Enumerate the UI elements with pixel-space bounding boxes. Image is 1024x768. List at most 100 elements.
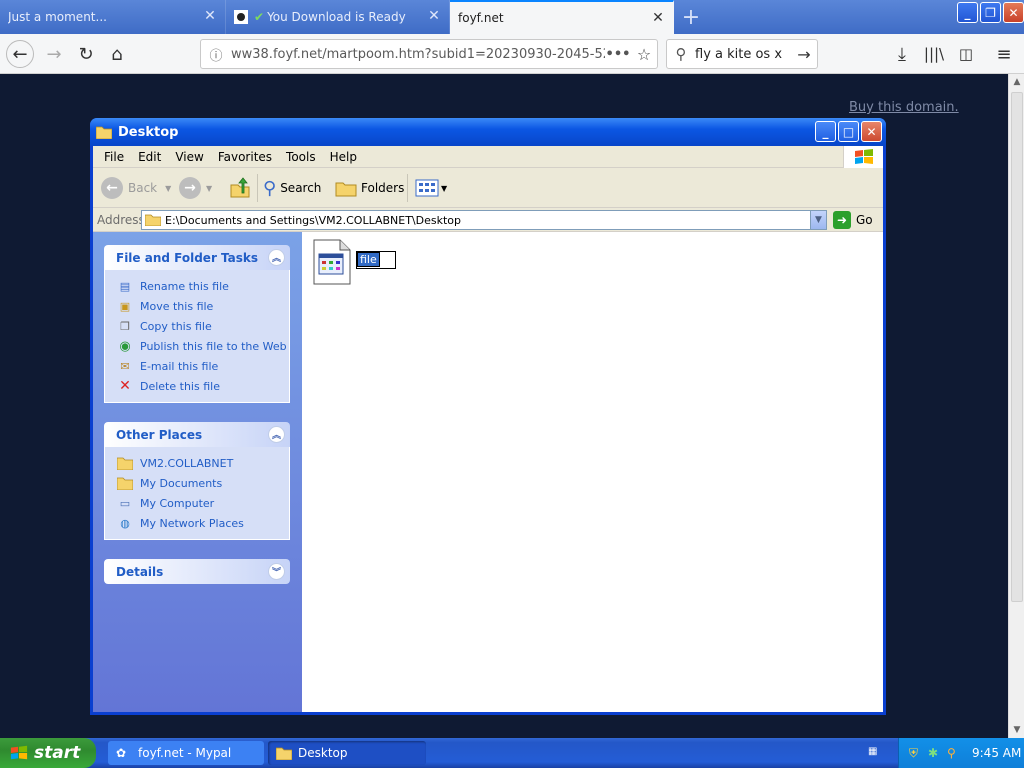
address-input[interactable]: E:\Documents and Settings\VM2.COLLABNET\… (141, 210, 827, 230)
go-button[interactable]: ➜ Go (833, 211, 873, 229)
clock: 9:45 AM (972, 746, 1022, 760)
close-button[interactable]: ✕ (861, 121, 882, 142)
tab-download-ready[interactable]: ✔ You Download is Ready ✕ (226, 0, 450, 34)
sidebar-icon[interactable]: ◫ (952, 40, 980, 68)
place-my-computer[interactable]: ▭ My Computer (117, 493, 289, 513)
explorer-title-bar[interactable]: Desktop _ □ ✕ (90, 118, 886, 146)
menu-edit[interactable]: Edit (131, 150, 168, 164)
close-window-button[interactable]: ✕ (1003, 2, 1024, 23)
task-desktop[interactable]: Desktop (268, 741, 426, 765)
file-icon[interactable] (312, 238, 352, 286)
scroll-up-arrow[interactable]: ▲ (1009, 74, 1024, 90)
collapse-icon[interactable]: ︽ (268, 426, 285, 443)
link-label: Publish this file to the Web (140, 339, 287, 353)
panel-header[interactable]: Details ︾ (104, 559, 290, 584)
maximize-button[interactable]: □ (838, 121, 859, 142)
tab-just-a-moment[interactable]: Just a moment... ✕ (0, 0, 226, 34)
tab-label: foyf.net (458, 11, 504, 25)
delete-link[interactable]: ✕ Delete this file (117, 376, 289, 396)
chevron-down-icon[interactable]: ▼ (206, 184, 212, 193)
menu-icon[interactable]: ≡ (990, 40, 1018, 68)
home-button[interactable]: ⌂ (103, 40, 131, 68)
reload-button[interactable]: ↻ (72, 40, 100, 68)
minimize-button[interactable]: _ (957, 2, 978, 23)
page-actions-icon[interactable]: ••• (605, 47, 631, 62)
restore-button[interactable]: ❐ (980, 2, 1001, 23)
link-label: Delete this file (140, 379, 220, 393)
network-tray-icon[interactable]: ✱ (928, 746, 942, 760)
tab-foyf[interactable]: foyf.net ✕ (450, 0, 674, 34)
bookmark-star-icon[interactable]: ☆ (631, 45, 657, 64)
rename-link[interactable]: ▤ Rename this file (117, 276, 289, 296)
shield-icon[interactable]: ⛨ (909, 746, 923, 760)
task-pane: File and Folder Tasks ︽ ▤ Rename this fil… (93, 232, 302, 712)
menu-help[interactable]: Help (323, 150, 364, 164)
expand-icon[interactable]: ︾ (268, 563, 285, 580)
folders-button[interactable]: Folders (335, 175, 404, 201)
start-button[interactable]: start (0, 738, 96, 768)
url-text[interactable]: ww38.foyf.net/martpoom.htm?subid1=202309… (231, 47, 605, 62)
panel-header[interactable]: Other Places ︽ (104, 422, 290, 447)
file-name-input[interactable]: file (357, 252, 380, 267)
link-label: Rename this file (140, 279, 229, 293)
forward-button[interactable]: → ▼ (179, 175, 212, 201)
windows-flag-icon (10, 745, 28, 760)
back-button[interactable]: ← Back ▼ (101, 175, 171, 201)
move-link[interactable]: ▣ Move this file (117, 296, 289, 316)
start-label: start (34, 743, 81, 763)
go-arrow-icon: ➜ (833, 211, 851, 229)
place-my-documents[interactable]: My Documents (117, 473, 289, 493)
back-button[interactable]: ← (6, 40, 34, 68)
menu-bar: File Edit View Favorites Tools Help (93, 146, 883, 168)
close-icon[interactable]: ✕ (651, 11, 665, 25)
place-my-network[interactable]: ◍ My Network Places (117, 513, 289, 533)
browser-tab-bar: Just a moment... ✕ ✔ You Download is Rea… (0, 0, 1024, 34)
panel-header[interactable]: File and Folder Tasks ︽ (104, 245, 290, 270)
toolbar-separator (257, 174, 258, 202)
task-mypal[interactable]: ✿ foyf.net - Mypal (108, 741, 264, 765)
page-scrollbar[interactable]: ▲ ▼ (1008, 74, 1024, 738)
place-vm2[interactable]: VM2.COLLABNET (117, 453, 289, 473)
task-label: foyf.net - Mypal (138, 746, 232, 760)
downloads-icon[interactable]: ⤓ (888, 40, 916, 68)
menu-favorites[interactable]: Favorites (211, 150, 279, 164)
library-icon[interactable]: |||\ (920, 40, 948, 68)
views-button[interactable]: ▼ (415, 175, 447, 201)
menu-file[interactable]: File (97, 150, 131, 164)
publish-link[interactable]: ◉ Publish this file to the Web (117, 336, 289, 356)
email-link[interactable]: ✉ E-mail this file (117, 356, 289, 376)
file-folder-tasks-panel: File and Folder Tasks ︽ ▤ Rename this fil… (104, 245, 290, 403)
panel-body: VM2.COLLABNET My Documents ▭ My Computer … (104, 447, 290, 540)
favicon-icon (234, 10, 248, 24)
back-arrow-icon: ← (101, 177, 123, 199)
explorer-toolbar: ← Back ▼ → ▼ ⚲ Search Folders ▼ (93, 168, 883, 208)
link-label: VM2.COLLABNET (140, 456, 234, 470)
details-panel: Details ︾ (104, 559, 290, 584)
new-tab-button[interactable]: + (674, 0, 708, 34)
info-icon[interactable]: ⓘ (201, 45, 231, 64)
buy-domain-link[interactable]: Buy this domain. (849, 100, 959, 115)
search-input[interactable]: fly a kite os x (695, 47, 791, 62)
menu-view[interactable]: View (168, 150, 210, 164)
close-icon[interactable]: ✕ (203, 9, 217, 23)
up-folder-button[interactable] (229, 175, 251, 201)
file-view[interactable]: file (302, 232, 883, 712)
search-go-icon[interactable]: → (791, 45, 817, 64)
scroll-thumb[interactable] (1011, 92, 1023, 602)
search-button[interactable]: ⚲ Search (263, 175, 321, 201)
collapse-icon[interactable]: ︽ (268, 249, 285, 266)
menu-tools[interactable]: Tools (279, 150, 323, 164)
close-icon[interactable]: ✕ (427, 9, 441, 23)
url-bar[interactable]: ⓘ ww38.foyf.net/martpoom.htm?subid1=2023… (200, 39, 658, 69)
link-label: Copy this file (140, 319, 212, 333)
search-tray-icon[interactable]: ⚲ (947, 746, 961, 760)
search-bar[interactable]: ⚲ fly a kite os x → (666, 39, 818, 69)
copy-link[interactable]: ❐ Copy this file (117, 316, 289, 336)
address-value[interactable]: E:\Documents and Settings\VM2.COLLABNET\… (165, 214, 810, 227)
keyboard-icon[interactable]: ▦ (868, 746, 882, 758)
scroll-down-arrow[interactable]: ▼ (1009, 722, 1024, 738)
chevron-down-icon[interactable]: ▼ (165, 184, 171, 193)
minimize-button[interactable]: _ (815, 121, 836, 142)
address-dropdown-icon[interactable]: ▼ (810, 211, 826, 229)
forward-button[interactable]: → (40, 40, 68, 68)
